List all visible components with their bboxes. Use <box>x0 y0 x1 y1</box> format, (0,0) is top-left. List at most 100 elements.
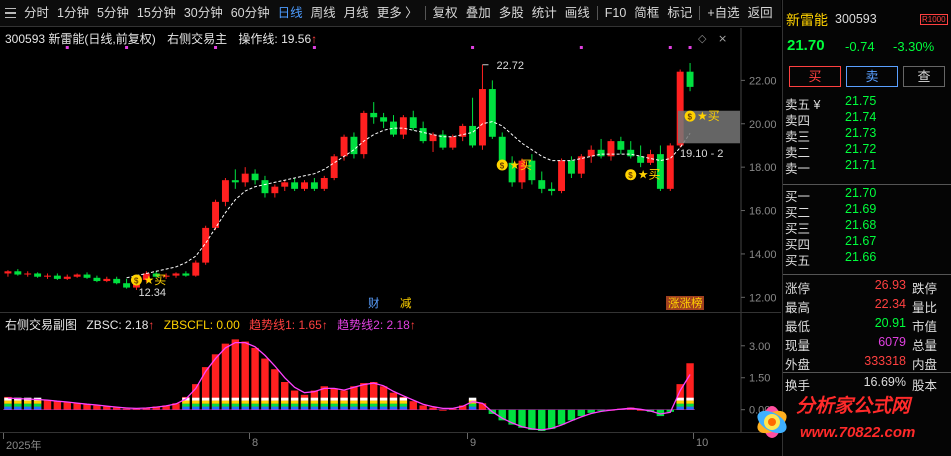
candle-body <box>261 180 269 194</box>
x-axis-tick <box>467 433 468 439</box>
indicator-name[interactable]: 右侧交易主 <box>167 32 227 46</box>
y-tick-label: 14.00 <box>749 249 777 261</box>
toolbar-separator <box>699 6 701 20</box>
ask-row[interactable]: 卖五 ¥21.75 <box>785 94 950 112</box>
up-arrow-icon: ↑ <box>409 318 416 332</box>
toolbar-item-1[interactable]: 1分钟 <box>53 0 93 27</box>
toolbar-item-19[interactable]: 返回 <box>744 0 777 27</box>
diamond-icon: ◇ <box>698 32 707 45</box>
candle-body <box>113 278 121 284</box>
sub-bar-stripe <box>300 406 309 410</box>
stat-label: 内盘 <box>912 358 938 372</box>
zbscfl-value: ZBSCFL: 0.00 <box>163 318 240 332</box>
sub-bar-stripe <box>340 397 348 401</box>
sell-button[interactable]: 卖 <box>846 66 898 87</box>
stat-value: 22.34 <box>874 297 906 311</box>
candle-body <box>478 89 486 146</box>
kline-canvas[interactable]: 22.00 20.00 18.00 16.00 14.00 12.00 22.72 12.34… <box>0 28 781 312</box>
sub-bar-stripe <box>676 397 684 401</box>
toolbar-item-9[interactable]: 更多 〉 <box>373 0 422 27</box>
toolbar-item-8[interactable]: 月线 <box>340 0 373 27</box>
candle-body <box>63 276 71 279</box>
toolbar-item-10[interactable]: 复权 <box>429 0 462 27</box>
candle-body <box>310 182 318 189</box>
x-axis: 2025年 8 9 10 <box>0 432 781 456</box>
chart-header: 300593 新雷能(日线,前复权) 右侧交易主 操作线: 19.56↑ <box>5 30 325 47</box>
toolbar-item-3[interactable]: 15分钟 <box>133 0 180 27</box>
stat-row: 最高 22.34 量比 <box>785 297 950 315</box>
query-button[interactable]: 查 <box>903 66 945 87</box>
stat-label: 量比 <box>912 301 938 315</box>
watermark-title: 分析家公式网 <box>796 396 911 417</box>
toolbar-item-2[interactable]: 5分钟 <box>93 0 133 27</box>
divider <box>783 184 951 185</box>
sub-bar-stripe <box>320 397 328 401</box>
toolbar-item-0[interactable]: 分时 <box>20 0 53 27</box>
buy-button[interactable]: 买 <box>789 66 841 87</box>
sub-bar-stripe <box>310 406 319 410</box>
toolbar-item-17[interactable]: 标记 <box>663 0 696 27</box>
event-tag: 涨涨榜 <box>668 296 703 310</box>
sub-bar-stripe <box>468 406 477 410</box>
bid-row[interactable]: 买二 21.69 <box>785 202 950 220</box>
money-bag-glyph: $ <box>134 276 139 285</box>
bid-row[interactable]: 买一 21.70 <box>785 186 950 204</box>
sub-bar-stripe <box>350 406 358 410</box>
up-arrow-icon: ↑ <box>321 318 328 332</box>
toolbar-item-18[interactable]: +自选 <box>703 0 743 27</box>
sub-bar-stripe <box>261 397 269 401</box>
candle-body <box>241 173 249 183</box>
toolbar-item-4[interactable]: 30分钟 <box>180 0 227 27</box>
sub-bar-stripe <box>676 400 684 404</box>
candle-body <box>617 141 625 150</box>
stat-label: 最高 <box>785 301 811 315</box>
bid-row[interactable]: 买三 21.68 <box>785 218 950 236</box>
candle-body <box>221 180 229 202</box>
x-axis-tick <box>693 433 694 439</box>
box-label: 19.10 - 2 <box>680 148 723 160</box>
kline-chart[interactable]: 22.00 20.00 18.00 16.00 14.00 12.00 22.72 12.34… <box>0 28 781 312</box>
bid-row[interactable]: 买五 21.66 <box>785 250 950 268</box>
stat-row: 最低 20.91 市值 <box>785 316 950 334</box>
candle-body <box>231 180 239 183</box>
toolbar-item-11[interactable]: 叠加 <box>462 0 495 27</box>
candle-body <box>380 117 388 122</box>
toolbar-item-5[interactable]: 60分钟 <box>227 0 274 27</box>
sub-indicator-chart[interactable]: 3.00 1.50 0.00 右侧交易副图 ZBSC: 2.18↑ ZBSCFL: … <box>0 312 781 433</box>
sub-bar-stripe <box>251 400 259 404</box>
sub-bar-stripe <box>350 400 358 404</box>
sub-bar-stripe <box>320 400 328 404</box>
toolbar-item-16[interactable]: 简框 <box>630 0 663 27</box>
sub-bar-stripe <box>370 403 378 407</box>
toolbar-item-6[interactable]: 日线 <box>274 0 307 27</box>
order-level-label: 买五 <box>785 254 811 268</box>
ask-row[interactable]: 卖二 21.72 <box>785 142 950 160</box>
candle-body <box>291 182 299 189</box>
toolbar-item-13[interactable]: 统计 <box>528 0 561 27</box>
sub-bar-stripe <box>686 400 694 404</box>
toolbar-item-15[interactable]: F10 <box>601 0 631 27</box>
menu-icon[interactable] <box>0 0 20 27</box>
stat-row: 外盘 333318 内盘 <box>785 354 950 372</box>
sub-bar <box>528 409 536 430</box>
ask-row[interactable]: 卖四 21.74 <box>785 110 950 128</box>
stat-row: 现量 6079 总量 <box>785 335 950 353</box>
index-badge: R1000 <box>920 14 948 25</box>
sub-bar-stripe <box>330 403 338 407</box>
order-level-price: 21.73 <box>845 126 877 140</box>
toolbar-item-12[interactable]: 多股 <box>495 0 528 27</box>
sub-bar-stripe <box>676 406 684 410</box>
sub-bar-stripe <box>14 403 22 407</box>
sub-bar-stripe <box>290 403 299 407</box>
bid-row[interactable]: 买四 21.67 <box>785 234 950 252</box>
toolbar-item-7[interactable]: 周线 <box>307 0 340 27</box>
sub-bar-stripe <box>360 406 368 410</box>
sub-bar-stripe <box>251 403 259 407</box>
ask-row[interactable]: 卖三 21.73 <box>785 126 950 144</box>
toolbar-item-14[interactable]: 画线 <box>561 0 594 27</box>
ask-row[interactable]: 卖一 21.71 <box>785 158 950 176</box>
sub-bar-stripe <box>201 400 210 404</box>
sub-indicator-name[interactable]: 右侧交易副图 <box>5 318 77 332</box>
up-arrow-icon: ↑ <box>148 318 155 332</box>
candle-body <box>370 112 378 118</box>
